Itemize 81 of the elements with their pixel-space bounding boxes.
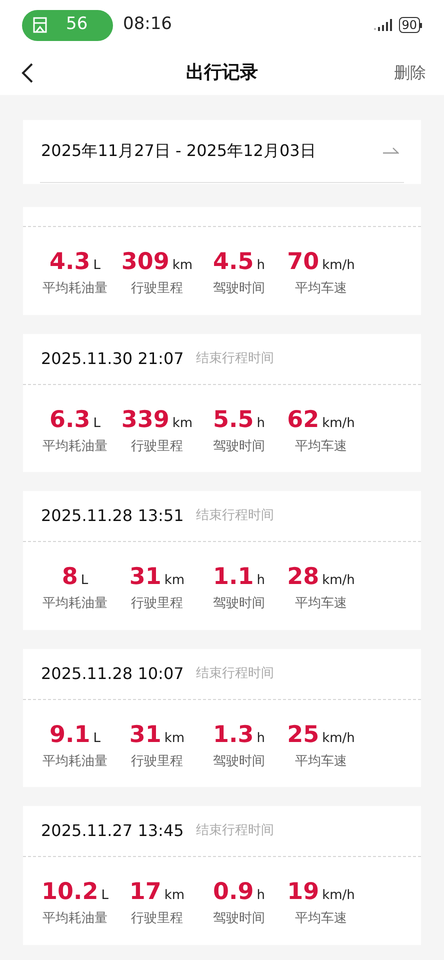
stat-unit: L bbox=[80, 574, 88, 587]
stat-label: 平均车速 bbox=[295, 280, 347, 298]
stat-value: 4.5 bbox=[213, 251, 254, 274]
stat-value: 28 bbox=[287, 566, 320, 589]
page-title: 出行记录 bbox=[186, 61, 258, 85]
stat-label: 驾驶时间 bbox=[213, 595, 265, 613]
date-range-card[interactable]: 2025年11月27日 - 2025年12月03日 bbox=[23, 120, 421, 184]
trip-card[interactable]: 2025.11.27 13:45 结束行程时间 10.2 L 平均耗油量 17 km 行驶里程 0.9 h 驾驶时间 19 km/h 平均车速 bbox=[23, 806, 421, 944]
stat-value: 9.1 bbox=[50, 724, 90, 746]
stat-unit: km/h bbox=[322, 416, 355, 430]
stat-unit: km bbox=[164, 574, 185, 587]
stat-label: 行驶里程 bbox=[131, 280, 183, 298]
stat-unit: km/h bbox=[322, 732, 355, 744]
stat-value: 6.3 bbox=[50, 408, 90, 432]
battery-indicator: 90 bbox=[398, 17, 422, 33]
stat-value: 10.2 bbox=[42, 881, 98, 904]
trip-end-time: 2025.11.27 13:45 bbox=[41, 820, 184, 842]
stat-unit: km bbox=[172, 416, 193, 430]
stat-value: 309 bbox=[121, 251, 170, 274]
stat-label: 驾驶时间 bbox=[213, 438, 265, 456]
stat-unit: h bbox=[256, 889, 265, 902]
stat-value: 31 bbox=[129, 724, 162, 746]
trip-end-time: 2025.11.28 13:51 bbox=[41, 505, 184, 527]
stat-unit: h bbox=[256, 574, 265, 587]
stat-value: 1.3 bbox=[213, 724, 254, 746]
stat-value: 1.1 bbox=[213, 566, 254, 589]
stat-label: 行驶里程 bbox=[131, 595, 183, 613]
stat-unit: km/h bbox=[322, 889, 355, 902]
stat-label: 驾驶时间 bbox=[213, 280, 265, 298]
stat-label: 平均耗油量 bbox=[42, 595, 108, 613]
package-icon bbox=[32, 16, 48, 34]
stat-unit: h bbox=[256, 732, 265, 744]
stat-unit: km bbox=[172, 259, 193, 272]
stat-unit: km/h bbox=[322, 259, 355, 272]
trip-end-time: 2025.11.30 21:07 bbox=[41, 348, 184, 370]
end-time-label: 结束行程时间 bbox=[196, 507, 274, 526]
stat-label: 驾驶时间 bbox=[213, 752, 265, 770]
stat-value: 70 bbox=[287, 251, 320, 274]
stat-value: 4.3 bbox=[50, 251, 90, 274]
stat-unit: L bbox=[93, 416, 100, 430]
stat-label: 平均耗油量 bbox=[42, 438, 108, 456]
stat-value: 339 bbox=[121, 408, 170, 432]
stat-unit: L bbox=[93, 732, 100, 744]
stat-value: 17 bbox=[129, 881, 162, 904]
stat-label: 平均车速 bbox=[295, 910, 347, 928]
end-time-label: 结束行程时间 bbox=[196, 664, 274, 683]
stat-value: 0.9 bbox=[213, 881, 254, 904]
stat-unit: L bbox=[101, 889, 108, 902]
stat-unit: km bbox=[164, 889, 185, 902]
stat-value: 5.5 bbox=[213, 408, 254, 432]
stat-label: 驾驶时间 bbox=[213, 910, 265, 928]
trip-card[interactable]: 4.3 L 平均耗油量 309 km 行驶里程 4.5 h 驾驶时间 70 km/h 平均车速 bbox=[23, 207, 421, 314]
stat-value: 8 bbox=[62, 566, 78, 589]
stat-value: 25 bbox=[287, 724, 320, 746]
stat-label: 平均耗油量 bbox=[42, 752, 108, 770]
trip-end-time: 2025.11.28 10:07 bbox=[41, 662, 184, 684]
stat-label: 平均耗油量 bbox=[42, 280, 108, 298]
stat-unit: L bbox=[93, 259, 100, 272]
delete-button[interactable]: 删除 bbox=[394, 60, 426, 84]
stat-unit: h bbox=[256, 416, 265, 430]
stat-value: 62 bbox=[287, 408, 320, 432]
badge-count: 56 bbox=[66, 13, 88, 36]
stat-label: 平均耗油量 bbox=[42, 910, 108, 928]
trip-card[interactable]: 2025.11.28 13:51 结束行程时间 8 L 平均耗油量 31 km 行驶里程 1.1 h 驾驶时间 28 km/h 平均车速 bbox=[23, 491, 421, 630]
stat-unit: h bbox=[256, 259, 265, 272]
date-range: 2025年11月27日 - 2025年12月03日 bbox=[41, 140, 316, 162]
stat-unit: km bbox=[164, 732, 185, 744]
stat-unit: km/h bbox=[322, 574, 355, 587]
end-time-label: 结束行程时间 bbox=[196, 350, 274, 368]
stat-label: 行驶里程 bbox=[131, 752, 183, 770]
stat-label: 行驶里程 bbox=[131, 438, 183, 456]
stat-label: 行驶里程 bbox=[131, 910, 183, 928]
trip-card[interactable]: 2025.11.30 21:07 结束行程时间 6.3 L 平均耗油量 339 km 行驶里程 5.5 h 驾驶时间 62 km/h 平均车速 bbox=[23, 334, 421, 472]
stat-label: 平均车速 bbox=[295, 595, 347, 613]
stat-label: 平均车速 bbox=[295, 752, 347, 770]
end-time-label: 结束行程时间 bbox=[196, 822, 274, 840]
status-time: 08:16 bbox=[123, 13, 172, 36]
stat-value: 31 bbox=[129, 566, 162, 589]
stat-label: 平均车速 bbox=[295, 438, 347, 456]
stat-value: 19 bbox=[287, 881, 320, 904]
trip-card[interactable]: 2025.11.28 10:07 结束行程时间 9.1 L 平均耗油量 31 km 行驶里程 1.3 h 驾驶时间 25 km/h 平均车速 bbox=[23, 648, 421, 787]
